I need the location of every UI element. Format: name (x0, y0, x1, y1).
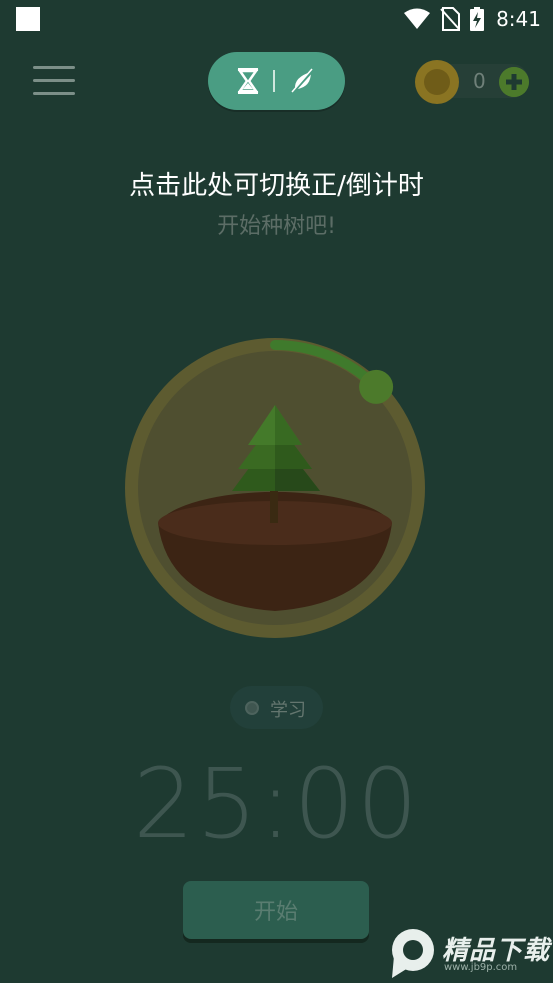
watermark: 精品下载 www.jb9p.com (386, 926, 551, 980)
no-deep-focus-icon (290, 68, 314, 94)
battery-charging-icon (470, 7, 485, 31)
progress-handle[interactable] (359, 369, 394, 404)
status-icons: 8:41 (404, 6, 541, 32)
start-button[interactable]: 开始 (183, 881, 369, 939)
switch-countdown-hint[interactable]: 点击此处可切换正/倒计时 (0, 165, 553, 202)
tag-label: 学习 (270, 700, 306, 721)
notification-square-icon (16, 7, 40, 31)
tag-selector[interactable]: 学习 (230, 686, 323, 729)
watermark-logo-icon (392, 929, 434, 978)
tree-illustration (125, 338, 425, 638)
start-planting-subtitle: 开始种树吧! (217, 214, 336, 239)
tag-color-dot (245, 701, 259, 715)
coin-balance[interactable]: 0 (415, 60, 531, 104)
menu-line (33, 66, 75, 69)
clock-time: 8:41 (496, 7, 541, 31)
menu-line (33, 79, 75, 82)
plus-icon[interactable] (499, 67, 529, 97)
coin-count: 0 (473, 69, 486, 93)
menu-line (33, 92, 75, 95)
watermark-url: www.jb9p.com (444, 962, 518, 973)
timer-mode-toggle[interactable] (208, 52, 345, 110)
wifi-icon (404, 8, 431, 29)
timer-display[interactable]: 25:00 (0, 748, 553, 860)
hamburger-icon[interactable] (33, 66, 75, 98)
tree-progress-circle[interactable] (120, 333, 430, 643)
coin-icon (415, 60, 459, 104)
hourglass-icon (237, 68, 258, 94)
toggle-separator (272, 70, 275, 92)
status-bar: 8:41 (0, 0, 553, 38)
no-sim-icon (440, 7, 461, 31)
